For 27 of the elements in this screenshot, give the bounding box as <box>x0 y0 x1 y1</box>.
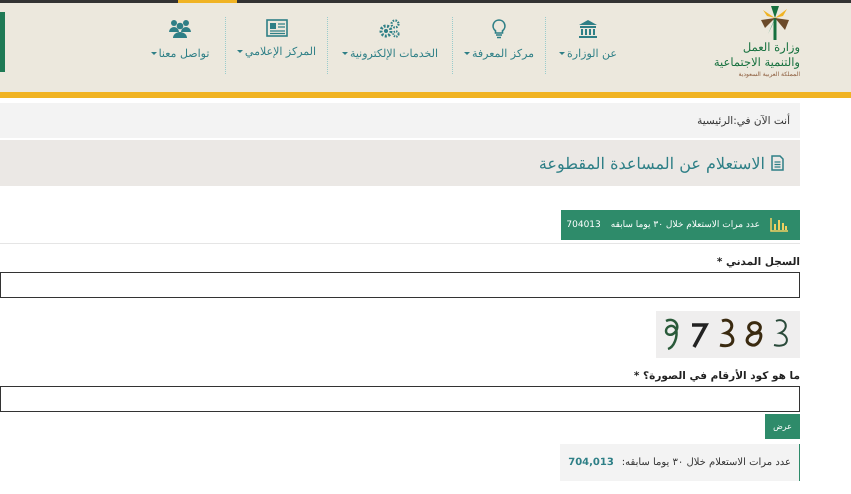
page-title: الاستعلام عن المساعدة المقطوعة <box>538 154 765 172</box>
nav-menu-item[interactable]: الخدمات الإلكترونية <box>342 47 438 60</box>
summary-label: عدد مرات الاستعلام خلال ٣٠ يوما سابقه: <box>622 457 791 468</box>
nav-menu-item[interactable]: المركز الإعلامي <box>236 45 316 58</box>
field-label: ما هو كود الأرقام في الصورة؟ * <box>632 370 800 382</box>
gears-icon <box>379 19 401 39</box>
breadcrumb-link[interactable]: الرئيسية <box>697 114 734 126</box>
nav-menu-item[interactable]: تواصل معنا <box>150 47 210 60</box>
bar-chart-icon <box>770 218 788 232</box>
nav-menu-item[interactable]: عن الوزارة <box>559 47 617 60</box>
input-field[interactable] <box>0 272 800 298</box>
submit-button[interactable]: عرض <box>765 414 800 439</box>
input-field[interactable] <box>0 386 800 412</box>
breadcrumb-label: أنت الآن في: <box>733 114 790 126</box>
summary-value: 704,013 <box>568 457 614 468</box>
stats-value: 704013 <box>566 220 601 230</box>
nav-menu-item[interactable]: مركز المعرفة <box>464 47 534 60</box>
lightbulb-icon <box>492 19 506 39</box>
document-icon <box>771 155 784 171</box>
field-label: السجل المدني * <box>716 256 800 268</box>
stats-label: عدد مرات الاستعلام خلال ٣٠ يوما سابقه <box>610 220 760 230</box>
ministry-name: والتنمية الاجتماعية <box>714 55 800 70</box>
ministry-name: وزارة العمل <box>742 40 800 55</box>
people-icon <box>169 19 191 39</box>
building-icon <box>578 19 598 39</box>
newspaper-icon <box>266 19 288 37</box>
palm-logo-icon <box>758 6 792 40</box>
